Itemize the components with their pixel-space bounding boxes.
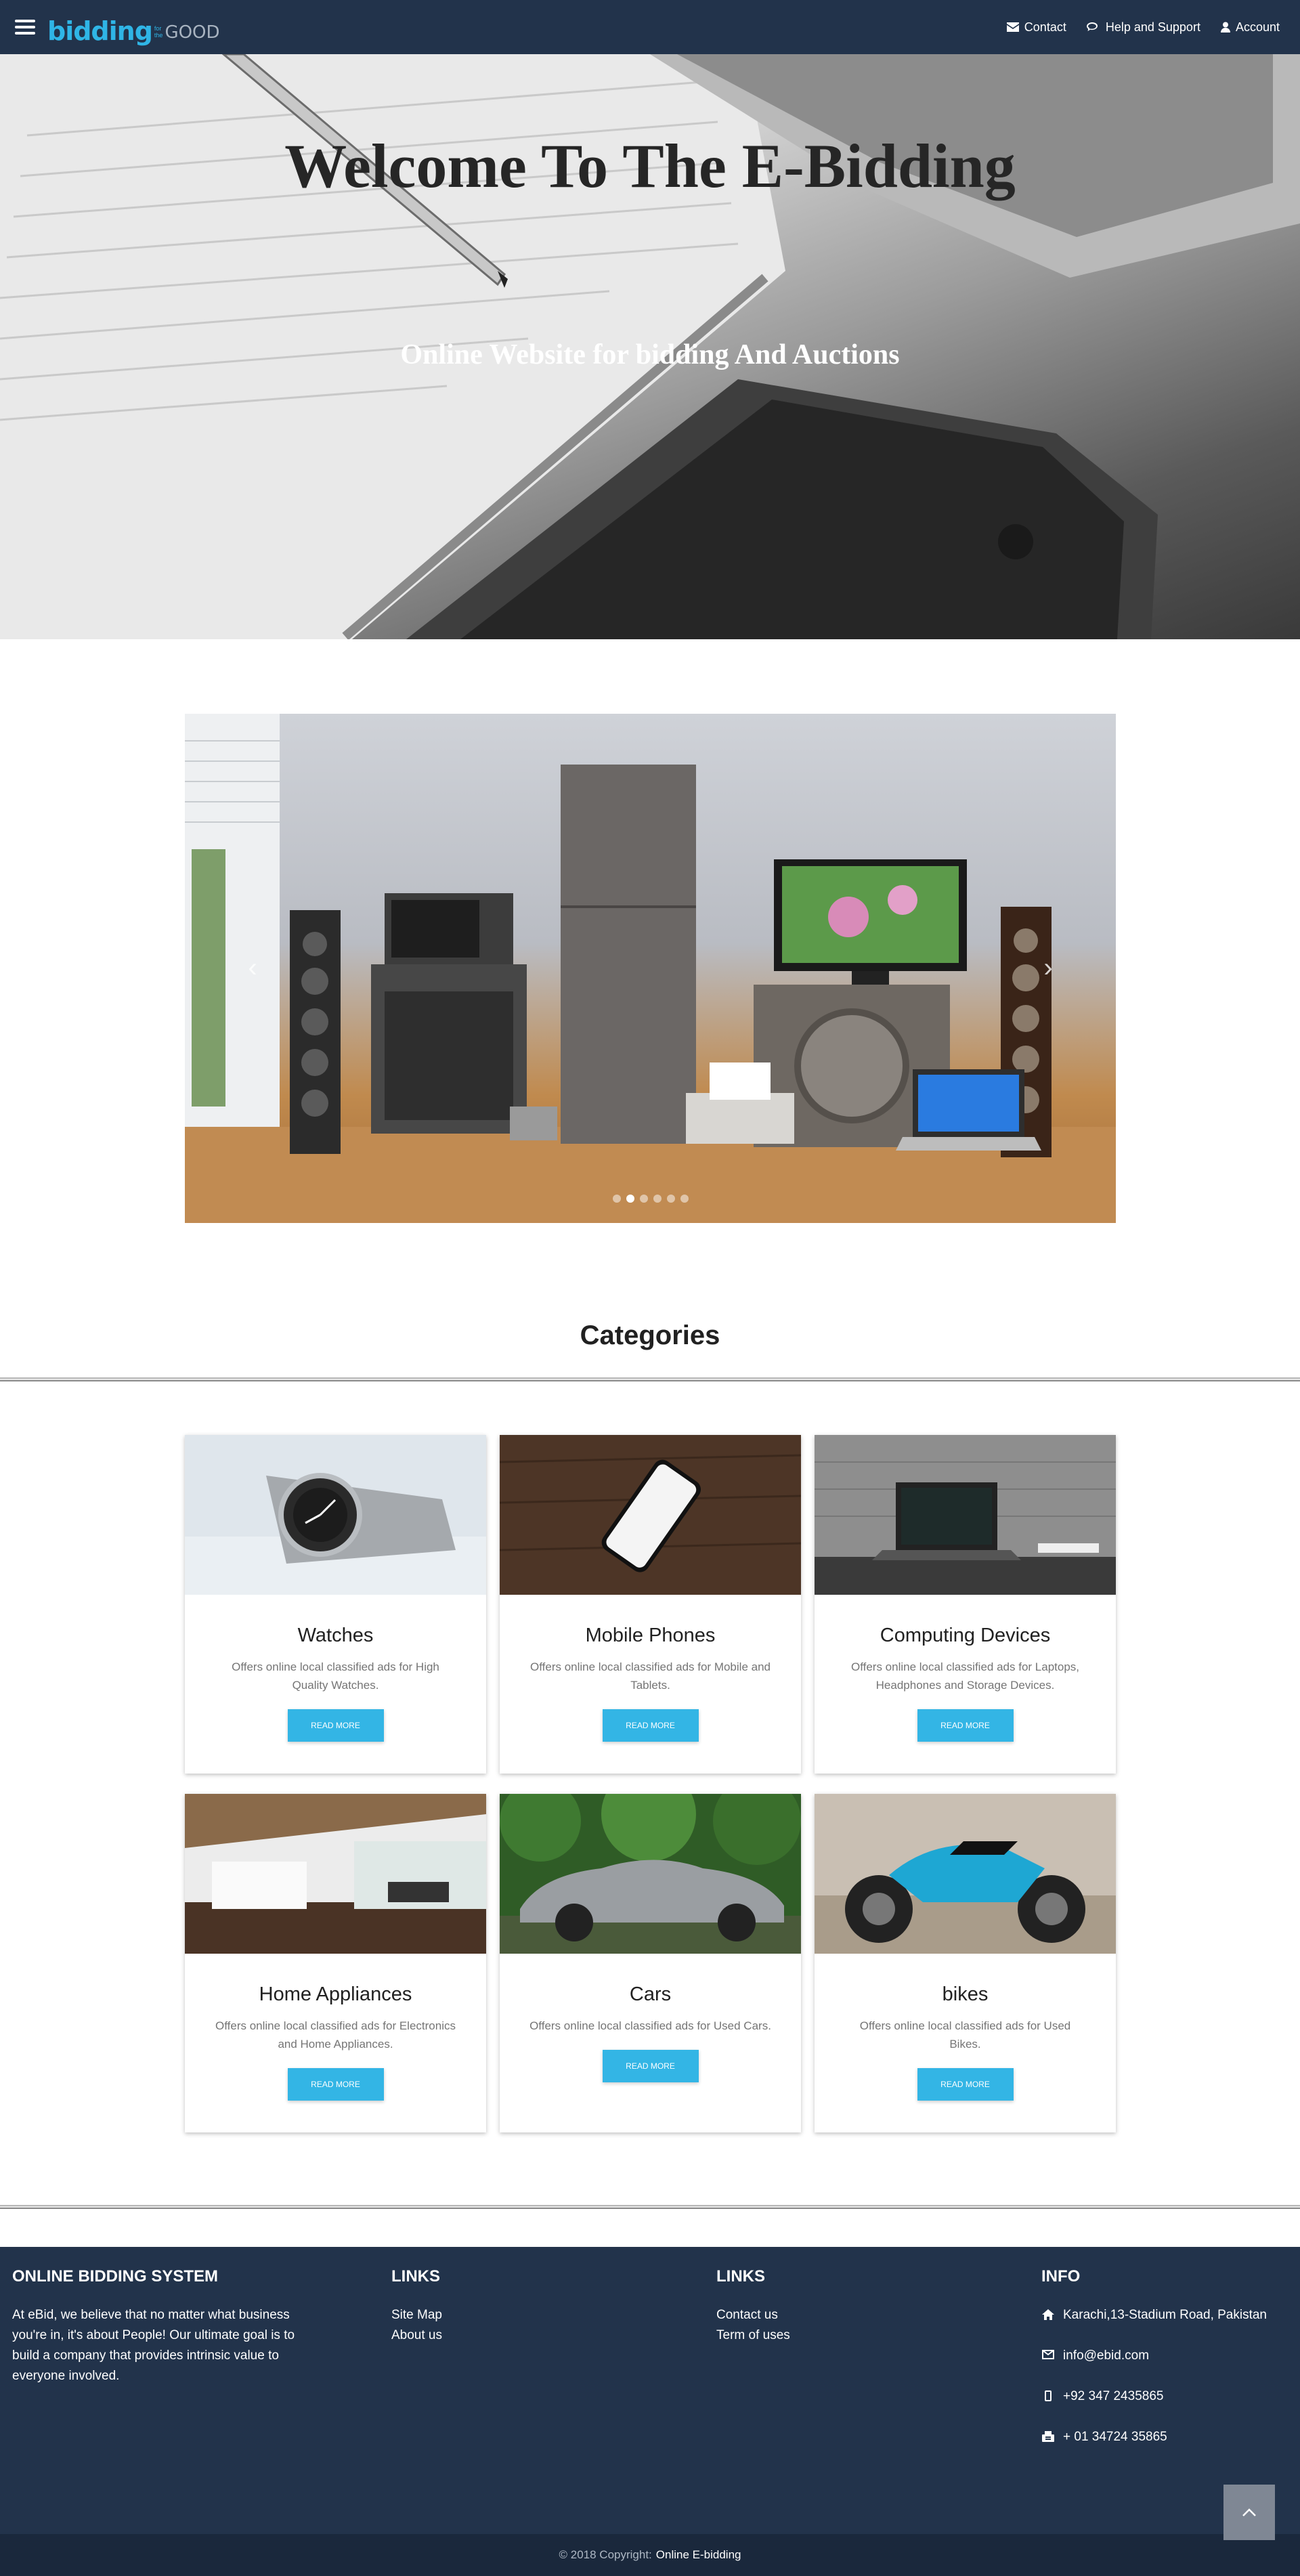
card-title: Watches <box>297 1625 374 1646</box>
kitchen-image <box>185 1794 486 1954</box>
footer-phone: +92 347 2435865 <box>1041 2386 1272 2407</box>
carousel-indicator-dot[interactable] <box>680 1195 689 1203</box>
card-description: Offers online local classified ads for E… <box>215 2019 456 2051</box>
category-card-computing-devices[interactable]: Computing Devices Offers online local cl… <box>815 1435 1116 1774</box>
footer-address: Karachi,13-Stadium Road, Pakistan <box>1041 2305 1272 2325</box>
phone-image <box>500 1435 801 1595</box>
section-divider-top <box>0 1377 1300 1381</box>
mobile-phone-icon <box>1045 2390 1052 2401</box>
card-description: Offers online local classified ads for U… <box>529 2019 771 2032</box>
copyright-link[interactable]: Online E-bidding <box>656 2548 741 2562</box>
read-more-button[interactable]: READ MORE <box>287 2068 384 2101</box>
footer-links-title: Links <box>391 2267 440 2285</box>
carousel-indicator-dot[interactable] <box>626 1195 634 1203</box>
footer-link-contact-us[interactable]: Contact us <box>716 2305 790 2325</box>
carousel-indicator-dot[interactable] <box>639 1195 648 1203</box>
logo-text: bidding <box>47 16 153 46</box>
carousel-indicator-dot[interactable] <box>653 1195 662 1203</box>
site-footer: Online bidding system At eBid, we believ… <box>0 2247 1300 2534</box>
appliances-carousel: ‹ › <box>185 714 1116 1223</box>
envelope-icon <box>1042 2350 1054 2359</box>
category-card-watches[interactable]: Watches Offers online local classified a… <box>185 1435 486 1774</box>
category-card-cars[interactable]: Cars Offers online local classified ads … <box>500 1794 801 2132</box>
chat-icon <box>1086 22 1098 31</box>
nav-account-link[interactable]: Account <box>1220 20 1280 35</box>
footer-about: Online bidding system At eBid, we believ… <box>12 2267 317 2386</box>
logo-small-text: for the <box>154 25 163 39</box>
read-more-button[interactable]: READ MORE <box>287 1709 384 1742</box>
fax-icon <box>1042 2431 1054 2442</box>
hamburger-menu-icon[interactable] <box>15 20 35 35</box>
footer-about-text: At eBid, we believe that no matter what … <box>12 2308 295 2383</box>
nav-help-link[interactable]: Help and Support <box>1086 20 1200 35</box>
carousel-indicators <box>185 1195 1116 1203</box>
category-card-home-appliances[interactable]: Home Appliances Offers online local clas… <box>185 1794 486 2132</box>
footer-link-about-us[interactable]: About us <box>391 2325 442 2346</box>
carousel-indicator-dot[interactable] <box>666 1195 675 1203</box>
footer-links-1: Links Site Map About us <box>391 2267 442 2346</box>
envelope-icon <box>1006 22 1019 32</box>
home-icon <box>1042 2309 1054 2320</box>
footer-about-title: Online bidding system <box>12 2267 219 2285</box>
site-logo[interactable]: bidding for the GOOD <box>47 10 220 44</box>
nav-links: Contact Help and Support Account <box>1006 20 1280 35</box>
footer-links-title: Links <box>716 2267 765 2285</box>
footer-email: info@ebid.com <box>1041 2346 1272 2366</box>
hero-subtitle: Online Website for bidding And Auctions <box>400 339 900 370</box>
card-title: bikes <box>942 1983 989 2005</box>
top-navbar: bidding for the GOOD Contact Help and Su… <box>0 0 1300 54</box>
category-cards: Watches Offers online local classified a… <box>185 1435 1116 2132</box>
card-description: Offers online local classified ads for L… <box>850 1660 1080 1692</box>
card-title: Mobile Phones <box>585 1625 716 1646</box>
read-more-button[interactable]: READ MORE <box>917 2068 1014 2101</box>
hero-banner: Welcome To The E-Bidding Online Website … <box>0 54 1300 639</box>
footer-fax: + 01 34724 35865 <box>1041 2427 1272 2447</box>
read-more-button[interactable]: READ MORE <box>917 1709 1014 1742</box>
carousel-next-arrow[interactable]: › <box>1035 951 1062 985</box>
carousel-indicator-dot[interactable] <box>612 1195 621 1203</box>
watch-image <box>185 1435 486 1595</box>
card-description: Offers online local classified ads for U… <box>859 2019 1071 2051</box>
footer-info: Info Karachi,13-Stadium Road, Pakistan i… <box>1041 2267 1272 2468</box>
back-to-top-button[interactable] <box>1223 2485 1275 2540</box>
read-more-button[interactable]: READ MORE <box>602 1709 699 1742</box>
hero-title: Welcome To The E-Bidding <box>284 131 1016 200</box>
chevron-up-icon <box>1242 2508 1256 2516</box>
logo-good-text: GOOD <box>165 22 220 43</box>
car-image <box>500 1794 801 1954</box>
appliances-slide-image <box>185 714 1116 1223</box>
footer-info-title: Info <box>1041 2267 1081 2285</box>
nav-contact-link[interactable]: Contact <box>1006 20 1066 35</box>
footer-links-2: Links Contact us Term of uses <box>716 2267 790 2346</box>
card-title: Computing Devices <box>880 1625 1051 1646</box>
footer-link-terms[interactable]: Term of uses <box>716 2325 790 2346</box>
categories-heading: Categories <box>580 1321 720 1350</box>
card-title: Home Appliances <box>259 1983 412 2005</box>
section-divider-bottom <box>0 2205 1300 2209</box>
category-card-mobile-phones[interactable]: Mobile Phones Offers online local classi… <box>500 1435 801 1774</box>
category-card-bikes[interactable]: bikes Offers online local classified ads… <box>815 1794 1116 2132</box>
card-description: Offers online local classified ads for M… <box>530 1660 771 1692</box>
footer-link-site-map[interactable]: Site Map <box>391 2305 442 2325</box>
user-icon <box>1220 22 1230 33</box>
card-title: Cars <box>629 1983 672 2005</box>
bike-image <box>815 1794 1116 1954</box>
carousel-prev-arrow[interactable]: ‹ <box>239 951 266 985</box>
read-more-button[interactable]: READ MORE <box>602 2050 699 2082</box>
copyright-bar: © 2018 Copyright: Online E-bidding <box>0 2534 1300 2576</box>
card-description: Offers online local classified ads for H… <box>232 1660 439 1692</box>
copyright-text: © 2018 Copyright: <box>559 2548 652 2561</box>
laptop-image <box>815 1435 1116 1595</box>
